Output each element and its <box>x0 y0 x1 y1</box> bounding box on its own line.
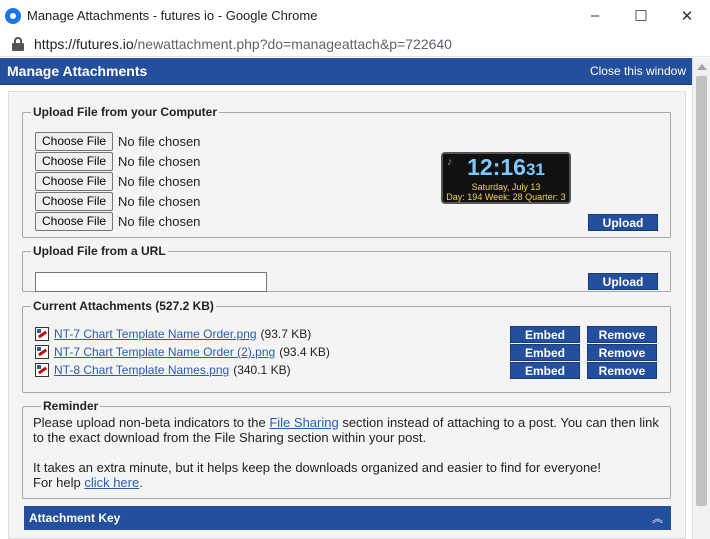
help-link[interactable]: click here <box>84 475 139 490</box>
reminder-paragraph-2: It takes an extra minute, but it helps k… <box>33 460 602 475</box>
url-host: https://futures.io <box>34 35 134 52</box>
attachment-size: (93.7 KB) <box>260 327 312 341</box>
upload-url-legend: Upload File from a URL <box>33 244 166 258</box>
embed-button[interactable]: Embed <box>510 344 580 361</box>
choose-file-button[interactable]: Choose File <box>35 191 114 211</box>
attachment-row: NT-7 Chart Template Name Order (2).png (… <box>35 344 330 360</box>
upload-computer-legend: Upload File from your Computer <box>33 105 218 119</box>
remove-button[interactable]: Remove <box>587 326 657 343</box>
attachment-row: NT-7 Chart Template Name Order.png (93.7… <box>35 326 311 342</box>
attachment-key-title: Attachment Key <box>29 511 121 525</box>
scroll-up-icon[interactable] <box>697 64 707 70</box>
clock-day-info: Day: 194 Week: 28 Quarter: 3 <box>446 192 566 202</box>
clock-seconds: 31 <box>525 160 545 179</box>
remove-button[interactable]: Remove <box>587 362 657 379</box>
content-panel: Upload File from your Computer Choose Fi… <box>8 91 686 539</box>
choose-file-button[interactable]: Choose File <box>35 131 114 151</box>
clock-hours-minutes: 12:16 <box>467 154 526 180</box>
attachments-section: Current Attachments (527.2 KB) NT-7 Char… <box>22 299 671 393</box>
chrome-icon <box>5 7 21 24</box>
image-file-icon <box>35 345 49 359</box>
attachment-link[interactable]: NT-8 Chart Template Names.png <box>54 363 229 377</box>
attachment-row: NT-8 Chart Template Names.png (340.1 KB) <box>35 362 291 378</box>
attachment-size: (340.1 KB) <box>233 363 291 377</box>
reminder-text: . <box>139 475 143 490</box>
close-button[interactable]: ✕ <box>664 0 710 31</box>
window-title: Manage Attachments - futures io - Google… <box>27 8 318 23</box>
maximize-button[interactable]: ☐ <box>618 0 664 31</box>
upload-computer-section: Upload File from your Computer Choose Fi… <box>22 105 671 238</box>
reminder-legend: Reminder <box>43 399 99 413</box>
attachment-link[interactable]: NT-7 Chart Template Name Order (2).png <box>54 345 275 359</box>
clock-date: Saturday, July 13 <box>471 182 541 192</box>
reminder-text: For help <box>33 475 85 490</box>
file-status: No file chosen <box>118 213 201 229</box>
attachment-size: (93.4 KB) <box>279 345 330 359</box>
upload-url-button[interactable]: Upload <box>588 273 658 290</box>
window-controls: – ☐ ✕ <box>572 0 710 31</box>
attachments-legend: Current Attachments (527.2 KB) <box>33 299 214 313</box>
file-sharing-link[interactable]: File Sharing <box>269 415 338 430</box>
image-file-icon <box>35 363 49 377</box>
file-row-5: Choose File No file chosen <box>35 211 200 231</box>
file-status: No file chosen <box>118 153 201 169</box>
attachment-link[interactable]: NT-7 Chart Template Name Order.png <box>54 327 257 341</box>
reminder-text: Please upload non-beta indicators to the <box>33 415 270 430</box>
file-status: No file chosen <box>118 173 201 189</box>
close-window-link[interactable]: Close this window <box>590 64 686 78</box>
page-header: Manage Attachments Close this window <box>0 58 692 85</box>
minimize-button[interactable]: – <box>572 0 618 31</box>
image-file-icon <box>35 327 49 341</box>
file-row-3: Choose File No file chosen <box>35 171 200 191</box>
music-note-icon: ♪ <box>447 156 453 168</box>
attachment-key-header[interactable]: Attachment Key ︽ <box>24 506 671 530</box>
page-title: Manage Attachments <box>7 63 148 79</box>
file-row-4: Choose File No file chosen <box>35 191 200 211</box>
upload-url-section: Upload File from a URL Upload <box>22 244 671 292</box>
embed-button[interactable]: Embed <box>510 362 580 379</box>
reminder-paragraph-3: For help click here. <box>33 475 660 490</box>
address-bar[interactable]: https://futures.io/newattachment.php?do=… <box>0 31 710 57</box>
url-text[interactable]: https://futures.io/newattachment.php?do=… <box>34 36 452 52</box>
reminder-paragraph-1: Please upload non-beta indicators to the… <box>33 415 660 445</box>
lock-icon[interactable] <box>12 36 24 51</box>
window-titlebar: Manage Attachments - futures io - Google… <box>0 0 710 31</box>
choose-file-button[interactable]: Choose File <box>35 171 114 191</box>
collapse-icon[interactable]: ︽ <box>652 510 663 526</box>
url-path: /newattachment.php?do=manageattach&p=722… <box>133 35 452 52</box>
remove-button[interactable]: Remove <box>587 344 657 361</box>
vertical-scrollbar[interactable] <box>692 58 710 539</box>
clock-time: 12:1631 <box>443 155 569 182</box>
file-status: No file chosen <box>118 133 201 149</box>
choose-file-button[interactable]: Choose File <box>35 151 114 171</box>
upload-computer-button[interactable]: Upload <box>588 214 658 231</box>
file-row-1: Choose File No file chosen <box>35 131 200 151</box>
file-row-2: Choose File No file chosen <box>35 151 200 171</box>
file-status: No file chosen <box>118 193 201 209</box>
embed-button[interactable]: Embed <box>510 326 580 343</box>
reminder-section: Reminder Please upload non-beta indicato… <box>22 399 671 499</box>
choose-file-button[interactable]: Choose File <box>35 211 114 231</box>
scrollbar-thumb[interactable] <box>696 76 707 506</box>
url-input[interactable] <box>35 272 267 292</box>
clock-widget: ♪ 12:1631 Saturday, July 13 Day: 194 Wee… <box>441 152 571 204</box>
